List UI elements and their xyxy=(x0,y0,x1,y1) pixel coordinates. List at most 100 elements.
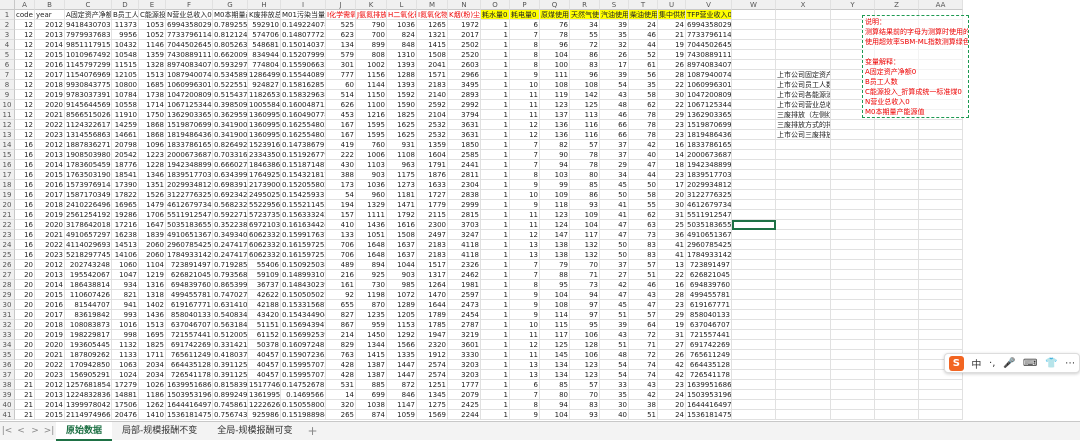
table-cell[interactable]: 2115 xyxy=(417,210,448,220)
table-cell[interactable]: 78 xyxy=(540,30,570,40)
table-cell[interactable] xyxy=(732,100,776,110)
header-cell[interactable]: I氮氧化物 xyxy=(417,10,448,20)
table-cell[interactable]: 20299348126 xyxy=(686,180,732,190)
table-cell[interactable]: 0.5682321 xyxy=(213,200,248,210)
table-cell[interactable]: 3601 xyxy=(448,340,481,350)
table-cell[interactable]: 10432 xyxy=(112,40,139,50)
table-cell[interactable]: 0.150505027 xyxy=(281,290,326,300)
table-cell[interactable]: 0.563184 xyxy=(213,320,248,330)
table-cell[interactable]: 10472008099 xyxy=(686,90,732,100)
table-cell[interactable]: 8 xyxy=(510,50,540,60)
table-cell[interactable]: 18 xyxy=(658,160,686,170)
table-cell[interactable]: 83 xyxy=(629,250,658,260)
table-cell[interactable] xyxy=(732,170,776,180)
table-cell[interactable]: 12 xyxy=(15,120,35,130)
table-cell[interactable] xyxy=(776,210,831,220)
table-cell[interactable]: 6 xyxy=(510,380,540,390)
table-cell[interactable] xyxy=(776,300,831,310)
table-cell[interactable]: 1616 xyxy=(387,220,417,230)
table-cell[interactable]: 43 xyxy=(629,380,658,390)
table-cell[interactable]: 27 xyxy=(600,270,629,280)
table-cell[interactable]: 0.5408348 xyxy=(213,310,248,320)
table-cell[interactable] xyxy=(875,320,919,330)
table-cell[interactable]: 2473 xyxy=(448,300,481,310)
table-cell[interactable]: 30 xyxy=(600,400,629,410)
table-cell[interactable]: 1186 xyxy=(139,390,166,400)
table-cell[interactable]: 125 xyxy=(570,100,600,110)
table-cell[interactable]: 1 xyxy=(481,60,510,70)
table-cell[interactable]: 92 xyxy=(326,290,356,300)
table-cell[interactable]: 1846386 xyxy=(248,160,281,170)
header-cell[interactable]: I化学需氧 xyxy=(326,10,356,20)
table-cell[interactable]: 47 xyxy=(600,230,629,240)
table-cell[interactable]: 1047 xyxy=(112,270,139,280)
table-cell[interactable]: 108083873 xyxy=(65,320,112,330)
table-cell[interactable]: 42188 xyxy=(248,300,281,310)
table-cell[interactable]: 10548 xyxy=(112,50,139,60)
table-cell[interactable]: 0.160490778 xyxy=(281,110,326,120)
row-number[interactable]: 28 xyxy=(0,280,15,290)
table-cell[interactable]: 1156 xyxy=(356,70,387,80)
table-cell[interactable] xyxy=(732,360,776,370)
note-box[interactable]: 说明： 测算结果前的字母为测算时使用的变量使用超效率SBM-ML指数测算绿色全要素… xyxy=(862,15,969,118)
table-cell[interactable]: 0.156943947 xyxy=(281,320,326,330)
table-cell[interactable]: 132 xyxy=(570,240,600,250)
table-cell[interactable]: 2320 xyxy=(417,340,448,350)
table-cell[interactable] xyxy=(919,410,963,420)
table-cell[interactable]: 138 xyxy=(540,250,570,260)
header-cell[interactable]: M01污染当量 xyxy=(281,10,326,20)
table-cell[interactable]: 19 xyxy=(658,50,686,60)
table-cell[interactable]: 93 xyxy=(570,410,600,420)
row-number[interactable]: 32 xyxy=(0,320,15,330)
table-cell[interactable]: 104 xyxy=(540,290,570,300)
table-cell[interactable]: 499455781 xyxy=(166,290,213,300)
table-cell[interactable]: 1393 xyxy=(387,60,417,70)
table-cell[interactable]: 上市公司固定资产净额 xyxy=(776,70,831,80)
table-cell[interactable] xyxy=(776,170,831,180)
table-cell[interactable]: 11540769697 xyxy=(65,70,112,80)
table-cell[interactable]: 15198706990 xyxy=(686,120,732,130)
table-cell[interactable]: 43 xyxy=(629,290,658,300)
table-cell[interactable]: 1 xyxy=(481,40,510,50)
table-cell[interactable]: 111 xyxy=(540,70,570,80)
table-cell[interactable]: 42 xyxy=(629,390,658,400)
row-number[interactable]: 20 xyxy=(0,200,15,210)
table-cell[interactable] xyxy=(875,240,919,250)
table-cell[interactable]: 16238 xyxy=(112,230,139,240)
table-cell[interactable] xyxy=(875,130,919,140)
table-cell[interactable]: 0.6660272 xyxy=(213,160,248,170)
table-cell[interactable]: 62 xyxy=(629,210,658,220)
table-cell[interactable]: 90 xyxy=(540,150,570,160)
table-cell[interactable]: 19423488994 xyxy=(166,160,213,170)
table-cell[interactable]: 46126797341 xyxy=(686,200,732,210)
table-cell[interactable]: 1479 xyxy=(139,200,166,210)
table-cell[interactable]: 1868 xyxy=(139,120,166,130)
table-cell[interactable]: 10 xyxy=(510,80,540,90)
table-cell[interactable]: 2022 xyxy=(35,240,65,250)
table-cell[interactable]: 1 xyxy=(481,290,510,300)
table-cell[interactable]: 21 xyxy=(658,30,686,40)
table-cell[interactable]: 0.148077725 xyxy=(281,30,326,40)
table-cell[interactable]: 1 xyxy=(481,320,510,330)
table-cell[interactable]: 59109 xyxy=(248,270,281,280)
table-cell[interactable]: 10784 xyxy=(112,90,139,100)
table-cell[interactable] xyxy=(732,50,776,60)
table-cell[interactable]: 99 xyxy=(540,180,570,190)
table-cell[interactable]: 214 xyxy=(326,330,356,340)
table-cell[interactable]: 0.159917637 xyxy=(281,230,326,240)
table-cell[interactable] xyxy=(875,270,919,280)
table-cell[interactable]: 51 xyxy=(600,310,629,320)
row-number[interactable]: 4 xyxy=(0,40,15,50)
table-cell[interactable]: 1981 xyxy=(448,280,481,290)
table-cell[interactable]: 46 xyxy=(629,280,658,290)
table-cell[interactable]: 1695 xyxy=(139,330,166,340)
table-cell[interactable]: 1264 xyxy=(417,280,448,290)
table-cell[interactable]: 1 xyxy=(481,270,510,280)
table-cell[interactable]: 23 xyxy=(658,120,686,130)
table-cell[interactable]: 993 xyxy=(112,310,139,320)
table-cell[interactable]: 123 xyxy=(540,210,570,220)
table-cell[interactable]: 70 xyxy=(570,390,600,400)
table-cell[interactable]: 78 xyxy=(629,110,658,120)
table-cell[interactable]: 21 xyxy=(15,390,35,400)
table-cell[interactable]: 2532 xyxy=(417,130,448,140)
